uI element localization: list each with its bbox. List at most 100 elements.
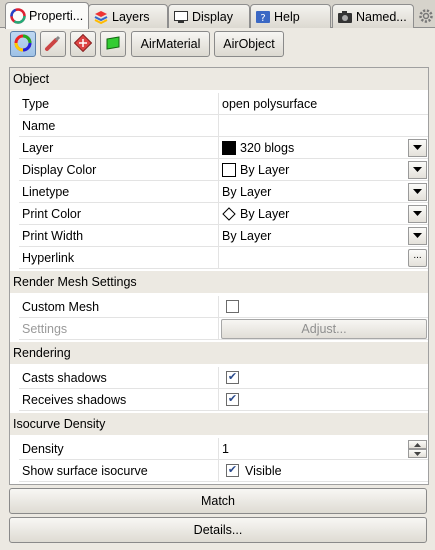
density-label: Density [19,438,219,460]
linetype-label: Linetype [19,181,219,203]
camera-icon [337,9,353,25]
custom-mesh-cell [219,296,428,318]
casts-shadows-label: Casts shadows [19,367,219,389]
air-object-label: AirObject [223,37,275,51]
tab-properties[interactable]: Properti... [5,2,89,29]
air-object-button[interactable]: AirObject [214,31,284,57]
receives-shadows-checkbox[interactable]: ✔ [226,393,239,406]
custom-mesh-checkbox[interactable] [226,300,239,313]
row-type: Type open polysurface [10,93,428,115]
section-render-mesh: Render Mesh Settings [10,271,428,293]
print-color-value: By Layer [240,206,290,221]
properties-icon [10,8,26,24]
display-icon [173,9,189,25]
row-layer: Layer 320 blogs [10,137,428,159]
chevron-down-icon[interactable] [408,161,427,179]
air-material-label: AirMaterial [140,37,201,51]
hyperlink-label: Hyperlink [19,247,219,269]
row-receives-shadows: Receives shadows ✔ [10,389,428,411]
tab-named-views[interactable]: Named... [332,4,414,28]
density-value: 1 [222,441,229,456]
hyperlink-browse-button[interactable]: ... [408,249,427,267]
print-color-dropdown[interactable]: By Layer [219,203,428,225]
show-isocurve-value: Visible [245,463,282,478]
section-object: Object [10,68,428,90]
air-material-button[interactable]: AirMaterial [131,31,210,57]
panel-tab-bar: Properti... Layers Display ? Help Named.… [0,0,435,29]
texture-mapping-button[interactable] [100,31,126,57]
spin-down-icon[interactable] [408,449,427,458]
linetype-dropdown[interactable]: By Layer [219,181,428,203]
help-icon: ? [255,9,271,25]
row-custom-mesh: Custom Mesh [10,296,428,318]
tab-properties-label: Properti... [29,9,84,23]
tab-layers[interactable]: Layers [88,4,168,28]
details-button[interactable]: Details... [9,517,427,543]
receives-shadows-cell: ✔ [219,389,428,411]
diamond-icon [222,206,236,221]
receives-shadows-label: Receives shadows [19,389,219,411]
hyperlink-field[interactable]: ... [219,247,428,269]
material-button[interactable] [40,31,66,57]
tab-display-label: Display [192,9,233,24]
property-grid: Object Type open polysurface Name Layer … [9,67,429,485]
row-print-width: Print Width By Layer [10,225,428,247]
layer-value: 320 blogs [240,140,295,155]
density-spinner[interactable] [408,440,427,458]
adjust-button[interactable]: Adjust... [221,319,427,339]
print-width-value: By Layer [222,228,272,243]
chevron-down-icon[interactable] [408,139,427,157]
row-linetype: Linetype By Layer [10,181,428,203]
tab-layers-label: Layers [112,9,150,24]
properties-toolbar: AirMaterial AirObject [0,29,435,61]
color-wheel-icon [14,34,32,55]
section-rendering: Rendering [10,342,428,364]
print-width-dropdown[interactable]: By Layer [219,225,428,247]
row-name: Name [10,115,428,137]
casts-shadows-checkbox[interactable]: ✔ [226,371,239,384]
display-color-value: By Layer [240,162,290,177]
show-isocurve-checkbox[interactable]: ✔ [226,464,239,477]
name-label: Name [19,115,219,137]
row-settings: Settings Adjust... [10,318,428,340]
object-properties-button[interactable] [10,31,36,57]
tab-display[interactable]: Display [168,4,250,28]
layer-color-swatch [222,140,236,155]
linetype-value: By Layer [222,184,272,199]
paintbrush-icon [44,34,62,55]
custom-mesh-label: Custom Mesh [19,296,219,318]
row-density: Density 1 [10,438,428,460]
display-color-swatch [222,162,236,177]
row-show-isocurve: Show surface isocurve ✔ Visible [10,460,428,482]
type-value: open polysurface [219,93,428,115]
layer-dropdown[interactable]: 320 blogs [219,137,428,159]
match-button[interactable]: Match [9,488,427,514]
decal-button[interactable] [70,31,96,57]
print-color-label: Print Color [19,203,219,225]
chevron-down-icon[interactable] [408,227,427,245]
name-field[interactable] [219,115,428,137]
display-color-dropdown[interactable]: By Layer [219,159,428,181]
chevron-down-icon[interactable] [408,183,427,201]
density-field[interactable]: 1 [219,438,428,460]
tab-named-views-label: Named... [356,9,407,24]
layers-icon [93,9,109,25]
casts-shadows-cell: ✔ [219,367,428,389]
spin-up-icon[interactable] [408,440,427,449]
chevron-down-icon[interactable] [408,205,427,223]
gear-icon[interactable] [418,8,434,24]
display-color-label: Display Color [19,159,219,181]
row-hyperlink: Hyperlink ... [10,247,428,269]
tab-help-label: Help [274,9,300,24]
tab-help[interactable]: ? Help [250,4,331,28]
type-value-text: open polysurface [222,96,318,111]
svg-text:?: ? [260,13,265,24]
show-isocurve-cell: ✔ Visible [219,460,428,482]
settings-label: Settings [19,318,219,340]
row-display-color: Display Color By Layer [10,159,428,181]
layer-label: Layer [19,137,219,159]
type-label: Type [19,93,219,115]
show-isocurve-label: Show surface isocurve [19,460,219,482]
row-print-color: Print Color By Layer [10,203,428,225]
decal-icon [73,33,93,55]
